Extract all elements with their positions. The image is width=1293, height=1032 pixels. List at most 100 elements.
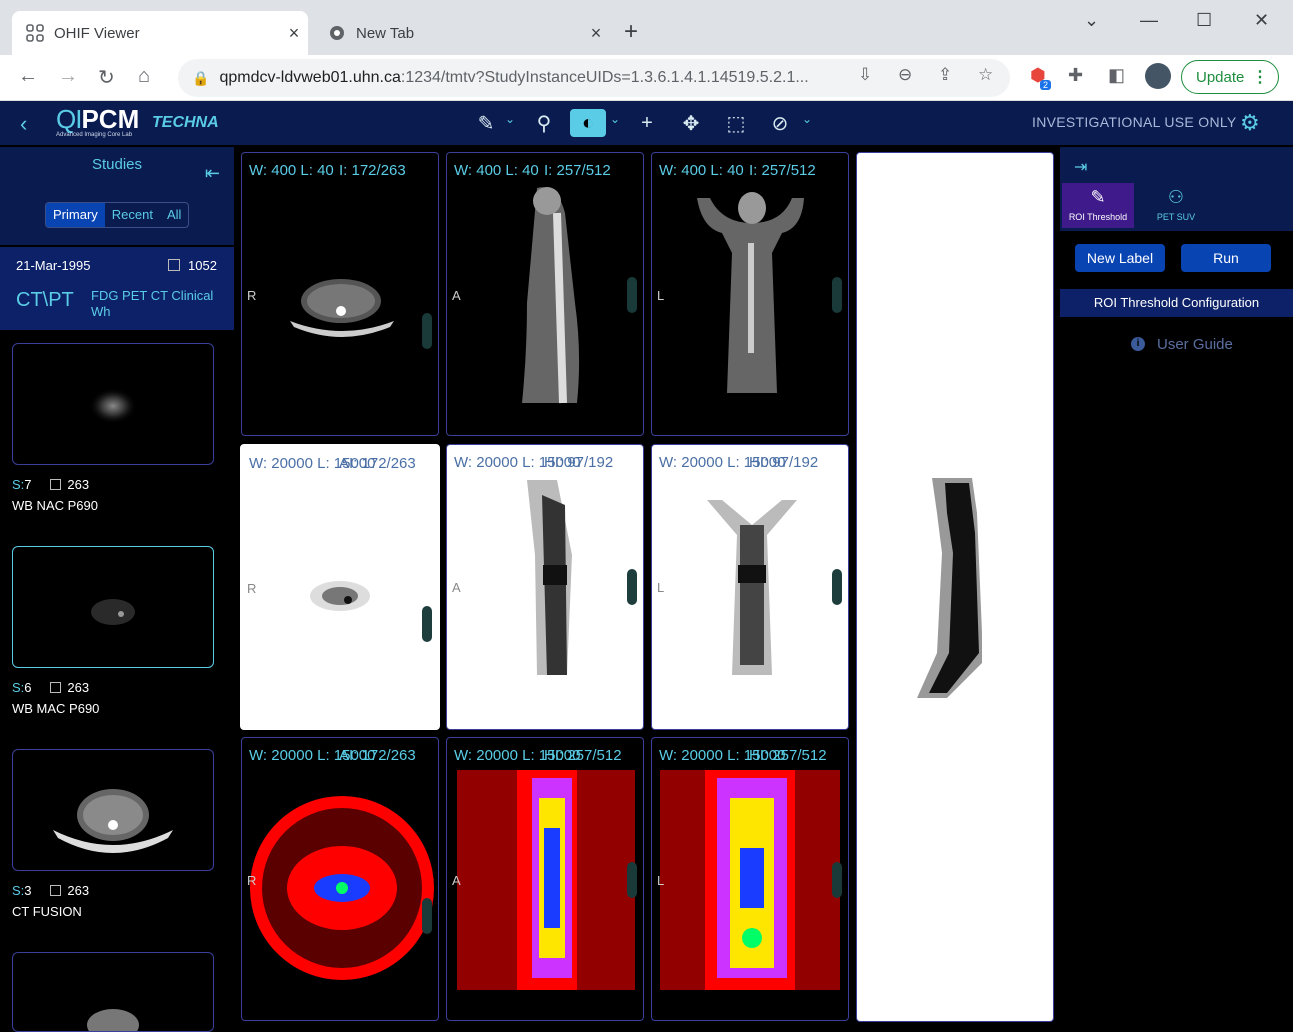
viewport-index-label: HI: 97/192 <box>749 454 819 471</box>
install-icon[interactable]: ⇩ <box>858 65 872 85</box>
minimize-icon[interactable]: — <box>1140 10 1158 31</box>
fusion-axial-image <box>250 796 434 980</box>
measure-pencil-icon[interactable]: ✎ <box>472 109 500 137</box>
home-icon[interactable]: ⌂ <box>138 65 150 88</box>
viewport-fusion-coronal[interactable]: W: 20000 L: 15000 HI: 257/512 L <box>651 737 849 1021</box>
series-thumbnail[interactable] <box>12 546 214 668</box>
tab-new-tab[interactable]: New Tab × <box>314 11 610 55</box>
chevron-down-icon[interactable]: ⌄ <box>505 112 515 126</box>
ct-sagittal-image <box>522 187 580 404</box>
study-filter-bar: Primary Recent All <box>0 185 234 245</box>
viewport-scrollbar[interactable] <box>832 569 842 605</box>
grid-icon <box>26 24 44 42</box>
viewport-scrollbar[interactable] <box>627 569 637 605</box>
viewport-scrollbar[interactable] <box>422 898 432 934</box>
window-level-icon[interactable]: ◐ <box>570 109 606 137</box>
forward-arrow-icon[interactable]: → <box>58 65 78 88</box>
right-panel: ⇥ ✎ ROI Threshold ⚇ PET SUV New Label Ru… <box>1060 147 1293 1025</box>
viewport-index-label: I: 257/512 <box>544 162 611 179</box>
rectangle-roi-icon[interactable]: ⬚ <box>722 109 750 137</box>
url-domain: qpmdcv-ldvweb01.uhn.ca <box>219 69 401 86</box>
viewport-wl-label: W: 400 L: 40 <box>454 162 539 179</box>
studies-header: Studies ⇤ <box>0 147 234 185</box>
viewport-wl-label: W: 400 L: 40 <box>659 162 744 179</box>
chevron-down-icon[interactable]: ⌄ <box>802 112 812 126</box>
zoom-icon[interactable]: ⊖ <box>898 65 912 85</box>
viewport-fusion-axial[interactable]: W: 20000 L: 15000 AI: 172/263 R <box>241 737 439 1021</box>
gear-icon[interactable]: ⚙ <box>1240 110 1260 136</box>
series-thumbnail[interactable] <box>12 749 214 871</box>
chevron-left-icon[interactable]: ‹ <box>20 111 27 137</box>
segmentation-icon[interactable]: ⊘ <box>766 109 794 137</box>
tab-roi-threshold[interactable]: ✎ ROI Threshold <box>1062 183 1134 228</box>
filter-primary[interactable]: Primary <box>46 203 105 227</box>
viewport-pet-axial[interactable]: W: 20000 L: 15000 AI: 172/263 R <box>240 444 440 730</box>
series-s-label: S: <box>12 883 25 898</box>
logo-pcm: PCM <box>81 104 140 134</box>
crosshair-icon[interactable]: + <box>633 109 661 137</box>
chevron-down-icon[interactable]: ⌄ <box>610 112 620 126</box>
viewport-scrollbar[interactable] <box>422 313 432 349</box>
viewport-fusion-sagittal[interactable]: W: 20000 L: 15000 HI: 257/512 A <box>446 737 644 1021</box>
orientation-marker: R <box>247 581 257 596</box>
close-icon[interactable]: × <box>582 23 610 44</box>
new-tab-button[interactable]: + <box>624 18 638 46</box>
viewport-scrollbar[interactable] <box>627 862 637 898</box>
chrome-icon <box>328 24 346 42</box>
series-thumbnail[interactable] <box>12 952 214 1032</box>
maximize-icon[interactable]: ☐ <box>1196 10 1212 31</box>
series-s-label: S: <box>12 477 25 492</box>
viewport-pet-coronal[interactable]: W: 20000 L: 15000 HI: 97/192 L <box>651 444 849 730</box>
bookmark-star-icon[interactable]: ☆ <box>978 65 993 85</box>
pan-icon[interactable]: ✥ <box>677 109 705 137</box>
viewport-ct-axial[interactable]: W: 400 L: 40 I: 172/263 R <box>241 152 439 436</box>
viewport-mip[interactable] <box>856 152 1054 1022</box>
roi-config-header: ROI Threshold Configuration <box>1060 289 1293 317</box>
series-number: 6 <box>24 680 32 695</box>
logo-subtitle: Advanced Imaging Core Lab <box>56 132 133 138</box>
reload-icon[interactable]: ↻ <box>98 65 115 90</box>
side-panel-icon[interactable]: ◧ <box>1108 65 1125 86</box>
viewport-index-label: HI: 257/512 <box>749 747 827 764</box>
collapse-right-icon[interactable]: ⇥ <box>1074 157 1087 177</box>
right-panel-header: ⇥ ✎ ROI Threshold ⚇ PET SUV <box>1060 147 1293 231</box>
puzzle-icon[interactable]: ✚ <box>1068 65 1083 86</box>
filter-all[interactable]: All <box>160 203 188 227</box>
series-description: CT FUSION <box>12 904 82 919</box>
run-button[interactable]: Run <box>1181 244 1271 272</box>
url-path: :1234/tmtv?StudyInstanceUIDs=1.3.6.1.4.1… <box>400 69 809 86</box>
viewport-pet-sagittal[interactable]: W: 20000 L: 15000 HI: 97/192 A <box>446 444 644 730</box>
logo-qi: QI <box>56 104 82 134</box>
filter-recent[interactable]: Recent <box>105 203 160 227</box>
series-number: 3 <box>24 883 32 898</box>
viewport-scrollbar[interactable] <box>832 277 842 313</box>
share-icon[interactable]: ⇪ <box>938 65 952 85</box>
viewport-scrollbar[interactable] <box>627 277 637 313</box>
window-close-icon[interactable]: ✕ <box>1254 10 1269 31</box>
close-icon[interactable]: × <box>280 23 308 44</box>
viewport-ct-coronal[interactable]: W: 400 L: 40 I: 257/512 L <box>651 152 849 436</box>
tab-search-icon[interactable]: ⌄ <box>1084 10 1099 31</box>
viewer-header: ‹ QIPCM Advanced Imaging Core Lab TECHNA… <box>0 101 1293 145</box>
update-label: Update <box>1196 68 1245 86</box>
viewport-scrollbar[interactable] <box>832 862 842 898</box>
viewport-ct-sagittal[interactable]: W: 400 L: 40 I: 257/512 A <box>446 152 644 436</box>
address-bar[interactable]: 🔒 qpmdcv-ldvweb01.uhn.ca:1234/tmtv?Study… <box>178 59 1010 97</box>
profile-avatar[interactable] <box>1145 63 1171 89</box>
ct-axial-image <box>290 279 394 337</box>
user-guide-link[interactable]: User Guide <box>1157 336 1233 353</box>
series-thumbnail[interactable] <box>12 343 214 465</box>
more-menu-icon[interactable]: ⋮ <box>1252 67 1268 87</box>
studies-panel: Studies ⇤ Primary Recent All 21-Mar-1995… <box>0 147 234 1032</box>
tab-ohif-viewer[interactable]: OHIF Viewer × <box>12 11 308 55</box>
study-instances: 1052 <box>168 258 217 273</box>
back-arrow-icon[interactable]: ← <box>18 65 38 88</box>
tab-pet-suv[interactable]: ⚇ PET SUV <box>1140 183 1212 228</box>
study-item[interactable]: 21-Mar-1995 1052 CT\PT FDG PET CT Clinic… <box>0 247 234 330</box>
series-instances: 263 <box>67 477 90 492</box>
update-button[interactable]: Update ⋮ <box>1181 60 1279 94</box>
new-label-button[interactable]: New Label <box>1075 244 1165 272</box>
viewport-scrollbar[interactable] <box>422 606 432 642</box>
ct-coronal-image <box>697 192 804 393</box>
zoom-magnifier-icon[interactable]: ⚲ <box>530 109 558 137</box>
